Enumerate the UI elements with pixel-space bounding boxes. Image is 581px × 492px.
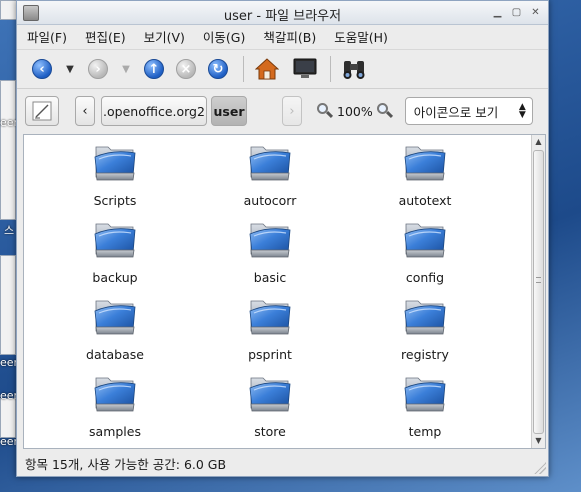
folder-icon [93, 297, 137, 337]
computer-button[interactable] [290, 54, 320, 84]
menu-edit[interactable]: 편집(E) [85, 27, 126, 46]
background-window [0, 255, 16, 355]
folder-item[interactable]: autotext [370, 143, 480, 215]
stop-button[interactable]: × [171, 54, 201, 84]
folder-icon [248, 374, 292, 414]
folder-icon [403, 374, 447, 414]
folder-name: backup [92, 270, 138, 285]
minimize-icon[interactable]: ▁ [491, 6, 504, 19]
folder-icon [403, 220, 447, 260]
scroll-down-arrow-icon[interactable]: ▼ [532, 434, 545, 448]
search-button[interactable] [339, 54, 369, 84]
vertical-scrollbar[interactable]: ▲ ▼ [531, 135, 545, 448]
chevron-down-icon: ▼ [66, 63, 74, 75]
chevron-right-icon: › [289, 103, 295, 119]
chevron-updown-icon: ▲ ▼ [518, 102, 526, 120]
close-icon[interactable]: ✕ [529, 6, 542, 19]
folder-item[interactable]: temp [370, 374, 480, 446]
computer-icon [293, 58, 317, 78]
binoculars-icon [343, 61, 365, 79]
folder-name: store [254, 424, 286, 439]
folder-item[interactable]: store [215, 374, 325, 446]
back-history-dropdown[interactable]: ▼ [59, 54, 81, 84]
folder-item[interactable]: samples [60, 374, 170, 446]
menu-bar: 파일(F) 편집(E) 보기(V) 이동(G) 책갈피(B) 도움말(H) [17, 25, 548, 48]
menu-bookmarks[interactable]: 책갈피(B) [263, 27, 316, 46]
folder-icon [248, 297, 292, 337]
status-bar: 항목 15개, 사용 가능한 공간: 6.0 GB [17, 450, 548, 476]
folder-item[interactable]: basic [215, 220, 325, 292]
folder-name: psprint [248, 347, 292, 362]
resize-grip-icon[interactable] [534, 462, 546, 474]
forward-arrow-icon: › [88, 59, 108, 79]
folder-name: database [86, 347, 144, 362]
zoom-level[interactable]: 100% [337, 104, 373, 119]
background-window [0, 80, 16, 220]
scroll-up-arrow-icon[interactable]: ▲ [532, 135, 545, 149]
background-window [0, 398, 16, 438]
menu-view[interactable]: 보기(V) [144, 27, 185, 46]
zoom-in-button[interactable] [376, 102, 394, 120]
reload-button[interactable]: ↻ [203, 54, 233, 84]
folder-name: basic [253, 270, 287, 285]
edit-location-icon [32, 101, 52, 121]
window-title: user - 파일 브라우저 [223, 9, 342, 24]
toolbar: ‹ ▼ › ▼ ↑ × ↻ [17, 49, 548, 89]
folder-icon [93, 374, 137, 414]
reload-icon: ↻ [208, 59, 228, 79]
title-bar[interactable]: user - 파일 브라우저 ▁ ▢ ✕ [17, 1, 548, 25]
folder-item[interactable]: autocorr [215, 143, 325, 215]
folder-name: Scripts [93, 193, 137, 208]
toolbar-separator [330, 56, 331, 82]
folder-item[interactable]: registry [370, 297, 480, 369]
chevron-down-icon: ▼ [122, 63, 130, 75]
folder-icon [248, 143, 292, 183]
back-arrow-icon: ‹ [32, 59, 52, 79]
folder-item[interactable]: config [370, 220, 480, 292]
folder-item[interactable]: backup [60, 220, 170, 292]
maximize-icon[interactable]: ▢ [510, 6, 523, 19]
folder-icon [403, 143, 447, 183]
forward-history-dropdown[interactable]: ▼ [115, 54, 137, 84]
menu-go[interactable]: 이동(G) [203, 27, 245, 46]
up-arrow-icon: ↑ [144, 59, 164, 79]
folder-name: registry [401, 347, 449, 362]
desktop-label: 스 [4, 224, 15, 237]
home-icon [255, 58, 279, 80]
folder-icon [93, 143, 137, 183]
stop-icon: × [176, 59, 196, 79]
view-mode-select[interactable]: 아이콘으로 보기 ▲ ▼ [404, 97, 533, 125]
breadcrumb-item-current[interactable]: user [211, 96, 247, 126]
zoom-out-button[interactable] [316, 102, 334, 120]
status-text: 항목 15개, 사용 가능한 공간: 6.0 GB [25, 456, 227, 472]
folder-name: samples [89, 424, 141, 439]
file-browser-window: user - 파일 브라우저 ▁ ▢ ✕ 파일(F) 편집(E) 보기(V) 이… [16, 0, 549, 477]
breadcrumb-scroll-right[interactable]: › [282, 96, 302, 126]
folder-item[interactable]: Scripts [60, 143, 170, 215]
toolbar-separator [243, 56, 244, 82]
folder-item[interactable]: database [60, 297, 170, 369]
menu-help[interactable]: 도움말(H) [334, 27, 388, 46]
folder-icon [403, 297, 447, 337]
folder-name: config [405, 270, 445, 285]
view-mode-value: 아이콘으로 보기 [413, 104, 499, 120]
folder-icon [248, 220, 292, 260]
folder-icon [93, 220, 137, 260]
folder-item[interactable]: psprint [215, 297, 325, 369]
back-button[interactable]: ‹ [27, 54, 57, 84]
chevron-left-icon: ‹ [82, 103, 88, 119]
folder-name: autotext [398, 193, 452, 208]
menu-file[interactable]: 파일(F) [27, 27, 67, 46]
icon-view[interactable]: Scripts autocorr autotext backup basic c… [23, 134, 546, 449]
scroll-thumb[interactable] [533, 150, 544, 434]
breadcrumb-scroll-left[interactable]: ‹ [75, 96, 95, 126]
folder-name: temp [408, 424, 442, 439]
folder-name: autocorr [243, 193, 297, 208]
up-button[interactable]: ↑ [139, 54, 169, 84]
location-bar: ‹ .openoffice.org2 user › 100% 아이콘으로 보기 … [17, 90, 548, 132]
home-button[interactable] [252, 54, 282, 84]
text-location-toggle[interactable] [25, 96, 59, 126]
breadcrumb-item[interactable]: .openoffice.org2 [101, 96, 207, 126]
forward-button[interactable]: › [83, 54, 113, 84]
